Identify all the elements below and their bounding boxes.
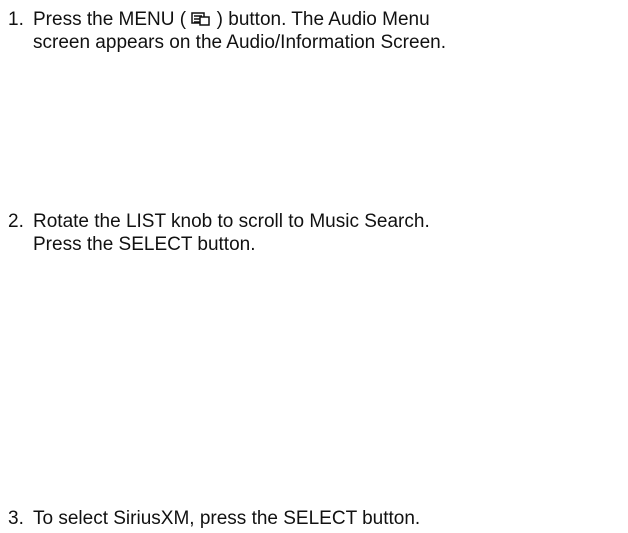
step-1-row: 1. Press the MENU ( ) button. The Audio … [8, 8, 620, 54]
step-2-text: Rotate the LIST knob to scroll to Music … [33, 210, 620, 256]
step-3-line-1: To select SiriusXM, press the SELECT but… [33, 508, 421, 529]
step-3: 3. To select SiriusXM, press the SELECT … [8, 507, 620, 530]
step-1: 1. Press the MENU ( ) button. The Audio … [8, 8, 620, 54]
menu-icon [191, 10, 211, 26]
step-1-line-1-before-icon: Press the MENU ( [33, 9, 192, 30]
instruction-page: 1. Press the MENU ( ) button. The Audio … [0, 0, 628, 533]
step-2-row: 2. Rotate the LIST knob to scroll to Mus… [8, 210, 620, 256]
step-3-text: To select SiriusXM, press the SELECT but… [33, 507, 620, 530]
step-1-number: 1. [8, 9, 24, 30]
step-2-line-2: Press the SELECT button. [33, 234, 256, 255]
step-2-number: 2. [8, 211, 24, 232]
step-1-text: Press the MENU ( ) button. The Audio Men… [33, 8, 620, 54]
step-3-number: 3. [8, 508, 24, 529]
step-3-row: 3. To select SiriusXM, press the SELECT … [8, 507, 620, 530]
step-2: 2. Rotate the LIST knob to scroll to Mus… [8, 210, 620, 256]
step-1-line-2: screen appears on the Audio/Information … [33, 32, 446, 53]
step-1-line-1: Press the MENU ( ) button. The Audio Men… [33, 8, 620, 31]
step-1-line-1-after-icon: ) button. The Audio Menu [211, 9, 430, 30]
step-2-line-1: Rotate the LIST knob to scroll to Music … [33, 211, 430, 232]
